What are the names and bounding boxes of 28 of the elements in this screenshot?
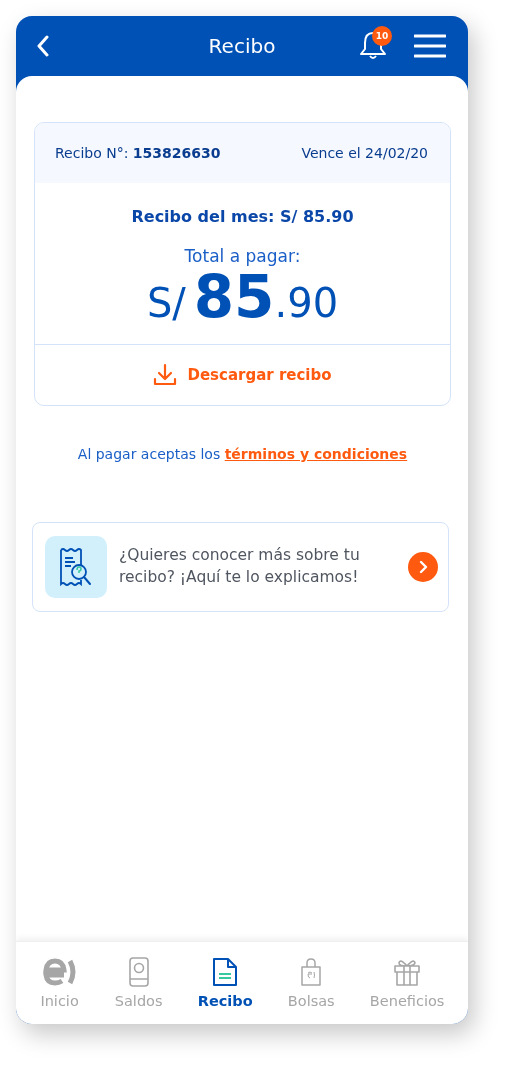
currency-symbol: S/ xyxy=(146,280,186,326)
receipt-number: Recibo N°: 153826630 xyxy=(55,145,221,161)
receipt-search-icon xyxy=(45,535,107,598)
page-title: Recibo xyxy=(208,34,276,58)
phone-icon xyxy=(127,957,150,987)
monthly-amount: Recibo del mes: S/ 85.90 xyxy=(131,207,354,226)
total-label: Total a pagar: xyxy=(184,246,301,266)
amount-integer: 85 xyxy=(193,266,275,330)
nav-tab[interactable]: Recibo xyxy=(195,957,255,1009)
document-icon xyxy=(212,957,239,987)
nav-tab[interactable]: Inicio xyxy=(37,957,82,1009)
download-icon xyxy=(153,362,178,387)
bell-icon[interactable] xyxy=(358,30,388,62)
gift-icon xyxy=(392,957,423,987)
terms-text: Al pagar aceptas los xyxy=(77,445,221,462)
notification-badge: 10 xyxy=(372,26,392,46)
info-card[interactable]: ¿Quieres conocer más sobre tu recibo? ¡Aquí te lo explicamos! xyxy=(32,521,449,612)
nav-tab[interactable]: Beneficios xyxy=(367,957,447,1009)
download-button[interactable]: Descargar recibo xyxy=(147,361,338,388)
nav-tab[interactable]: Saldos xyxy=(112,957,165,1009)
info-text: ¿Quieres conocer más sobre tu recibo? ¡Aquí te lo explicamos! xyxy=(119,545,361,588)
menu-icon[interactable] xyxy=(414,34,446,58)
bag-icon xyxy=(299,957,324,987)
chevron-right-icon[interactable] xyxy=(408,551,438,582)
terms-link[interactable]: términos y condiciones xyxy=(224,445,408,462)
amount-decimal: .90 xyxy=(274,280,339,326)
due-date: Vence el 24/02/20 xyxy=(301,145,428,161)
nav-tab[interactable]: Bolsas xyxy=(285,957,337,1009)
